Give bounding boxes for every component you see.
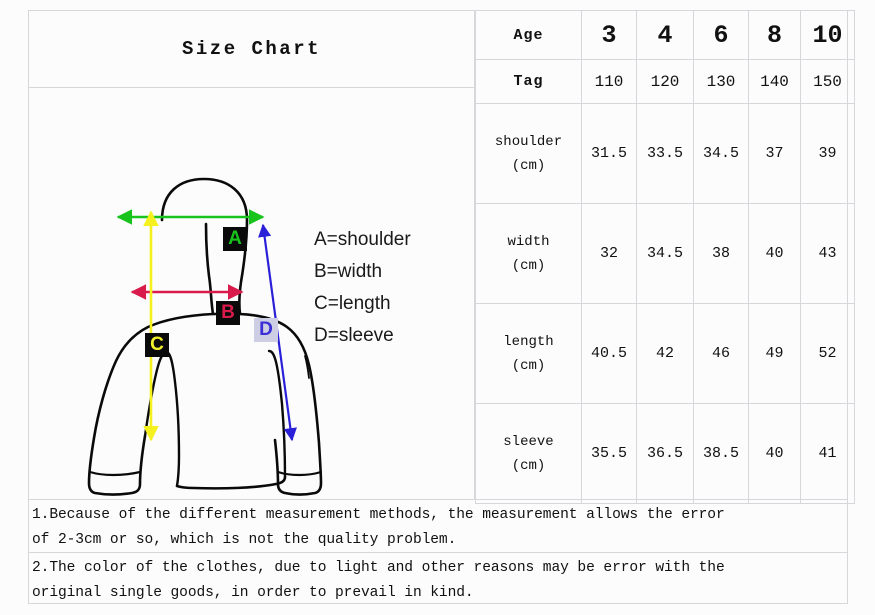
table-row-width: width (cm) 32 34.5 38 40 43 (475, 203, 855, 304)
sleeve-value-4: 40 (748, 403, 801, 504)
shoulder-value-1: 31.5 (581, 103, 637, 204)
tag-cell-3: 130 (693, 59, 749, 104)
note-2-line-1: 2.The color of the clothes, due to light… (32, 560, 725, 576)
legend-item-b: B=width (314, 261, 383, 282)
size-table: Age 3 4 6 8 10 Tag 110 120 130 140 150 s… (475, 10, 855, 504)
note-2-line-2: original single goods, in order to preva… (32, 585, 474, 601)
page-title: Size Chart (181, 37, 322, 60)
header-tag-label: Tag (475, 59, 582, 104)
length-value-1: 40.5 (581, 303, 637, 404)
length-value-2: 42 (636, 303, 694, 404)
age-cell-3: 6 (693, 10, 749, 60)
row-unit-shoulder: (cm) (511, 157, 546, 174)
width-value-5: 43 (800, 203, 855, 304)
sleeve-value-2: 36.5 (636, 403, 694, 504)
header-age-label: Age (475, 10, 582, 60)
left-cuff-band (88, 470, 142, 477)
table-row-sleeve: sleeve (cm) 35.5 36.5 38.5 40 41 (475, 403, 855, 504)
tag-cell-4: 140 (748, 59, 801, 104)
tag-cell-5: 150 (800, 59, 855, 104)
length-value-3: 46 (693, 303, 749, 404)
age-cell-4: 8 (748, 10, 801, 60)
title-cell: Size Chart (28, 10, 475, 88)
shoulder-value-5: 39 (800, 103, 855, 204)
row-label-width: width (cm) (475, 203, 582, 304)
row-name-shoulder: shoulder (494, 133, 563, 150)
badge-c: C (145, 333, 169, 357)
table-row-length: length (cm) 40.5 42 46 49 52 (475, 303, 855, 404)
row-unit-sleeve: (cm) (511, 457, 546, 474)
width-value-1: 32 (581, 203, 637, 304)
body-hem (175, 475, 287, 490)
measurement-legend: A=shoulder B=width C=length D=sleeve (314, 224, 411, 352)
legend-item-a: A=shoulder (314, 229, 411, 250)
size-table-wrap: Age 3 4 6 8 10 Tag 110 120 130 140 150 s… (475, 10, 855, 504)
width-value-3: 38 (693, 203, 749, 304)
age-cell-1: 3 (581, 10, 637, 60)
upper-section: Size Chart A B C D A=shoulder B=width C=… (28, 10, 855, 504)
row-name-width: width (507, 233, 550, 250)
row-label-shoulder: shoulder (cm) (475, 103, 582, 204)
table-row-age: Age 3 4 6 8 10 (475, 10, 855, 60)
sleeve-value-3: 38.5 (693, 403, 749, 504)
width-value-4: 40 (748, 203, 801, 304)
shoulder-value-2: 33.5 (636, 103, 694, 204)
row-name-sleeve: sleeve (503, 433, 554, 450)
note-1-line-1: 1.Because of the different measurement m… (32, 507, 725, 523)
age-cell-5: 10 (800, 10, 855, 60)
badge-a: A (223, 227, 247, 251)
garment-diagram: A B C D A=shoulder B=width C=length D=sl… (28, 88, 475, 499)
badge-d: D (254, 318, 278, 342)
age-cell-2: 4 (636, 10, 694, 60)
tag-cell-2: 120 (636, 59, 694, 104)
row-unit-width: (cm) (511, 257, 546, 274)
illustration-panel: Size Chart A B C D A=shoulder B=width C=… (28, 10, 475, 499)
sleeve-value-5: 41 (800, 403, 855, 504)
row-label-length: length (cm) (475, 303, 582, 404)
legend-item-c: C=length (314, 293, 391, 314)
right-sleeve-outline (238, 312, 323, 496)
shoulder-value-4: 37 (748, 103, 801, 204)
shoulder-value-3: 34.5 (693, 103, 749, 204)
row-unit-length: (cm) (511, 357, 546, 374)
note-1: 1.Because of the different measurement m… (28, 500, 848, 552)
tag-cell-1: 110 (581, 59, 637, 104)
length-value-4: 49 (748, 303, 801, 404)
row-name-length: length (503, 333, 554, 350)
table-row-shoulder: shoulder (cm) 31.5 33.5 34.5 37 39 (475, 103, 855, 204)
table-row-tag: Tag 110 120 130 140 150 (475, 59, 855, 104)
size-chart-page: Size Chart A B C D A=shoulder B=width C=… (0, 0, 875, 615)
note-1-line-2: of 2-3cm or so, which is not the quality… (32, 532, 457, 548)
sleeve-value-1: 35.5 (581, 403, 637, 504)
note-2: 2.The color of the clothes, due to light… (28, 552, 848, 604)
width-value-2: 34.5 (636, 203, 694, 304)
row-label-sleeve: sleeve (cm) (475, 403, 582, 504)
footer-notes: 1.Because of the different measurement m… (28, 499, 848, 604)
badge-b: B (216, 301, 240, 325)
length-value-5: 52 (800, 303, 855, 404)
legend-item-d: D=sleeve (314, 325, 394, 346)
